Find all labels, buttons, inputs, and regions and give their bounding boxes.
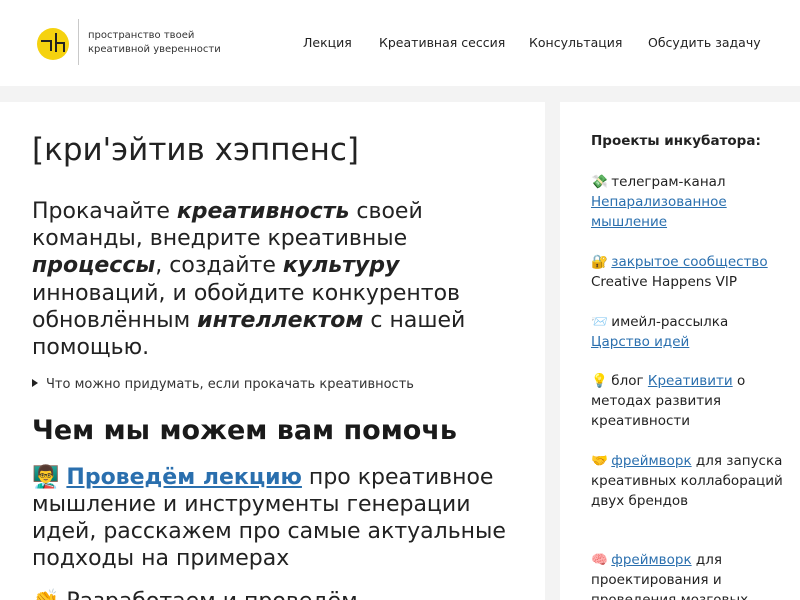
item-text: блог [611, 373, 648, 389]
newsletter-link[interactable]: Царство идей [591, 334, 689, 350]
framework-collab-link[interactable]: фреймворк [611, 453, 691, 469]
blog-link[interactable]: Креативити [648, 373, 733, 389]
section-title: Чем мы можем вам помочь [32, 415, 457, 446]
details-toggle[interactable]: Что можно придумать, если прокачать креа… [32, 377, 414, 392]
nav-discuss-task[interactable]: Обсудить задачу [648, 35, 761, 50]
lecture-link[interactable]: Проведём лекцию [66, 465, 302, 490]
logo-divider [78, 19, 79, 65]
intro-text: Прокачайте [32, 199, 177, 224]
details-summary: Что можно придумать, если прокачать креа… [46, 377, 414, 392]
offer-session: 👏 Разработаем и проведём [32, 588, 532, 600]
page-title: [кри'эйтив хэппенс] [32, 132, 360, 168]
sidebar-item-blog: 💡 блог Креативити о методах развития кре… [591, 371, 791, 431]
intro-emphasis: культуру [282, 253, 400, 279]
community-link[interactable]: закрытое сообщество [611, 254, 767, 270]
telegram-link[interactable]: Непарализованное мышление [591, 194, 727, 230]
intro-paragraph: Прокачайте креативность своей команды, в… [32, 198, 532, 361]
item-text: телеграм-канал [611, 174, 726, 190]
handshake-icon: 🤝 [591, 453, 608, 469]
item-text: Creative Happens VIP [591, 274, 737, 290]
logo-tagline: пространство твоей креативной уверенност… [88, 29, 238, 57]
intro-text: , создайте [155, 253, 283, 279]
main-content: [кри'эйтив хэппенс] Прокачайте креативно… [0, 102, 545, 600]
framework-brainstorm-link[interactable]: фреймворк [611, 552, 691, 568]
tagline-line-1: пространство твоей [88, 30, 195, 41]
sidebar-item-framework-collab: 🤝 фреймворк для запуска креативных колла… [591, 451, 791, 511]
envelope-icon: 📨 [591, 314, 608, 330]
sidebar-item-community: 🔐 закрытое сообщество Creative Happens V… [591, 252, 791, 292]
clap-icon: 👏 [32, 589, 59, 600]
offer-lecture: 👨‍🏫 Проведём лекцию про креативное мышле… [32, 464, 532, 572]
money-icon: 💸 [591, 174, 608, 190]
item-text: имейл-рассылка [611, 314, 729, 330]
disclosure-triangle-icon [32, 379, 38, 387]
nav-lecture[interactable]: Лекция [303, 35, 352, 50]
tagline-line-2: креативной уверенности [88, 44, 221, 55]
sidebar: Проекты инкубатора: 💸 телеграм-канал Неп… [560, 102, 800, 600]
lock-icon: 🔐 [591, 254, 608, 270]
teacher-icon: 👨‍🏫 [32, 465, 60, 490]
brain-icon: 🧠 [591, 552, 608, 568]
sidebar-item-newsletter: 📨 имейл-рассылка Царство идей [591, 312, 791, 352]
intro-emphasis: процессы [32, 253, 156, 279]
nav-creative-session[interactable]: Креативная сессия [379, 35, 505, 50]
nav-consultation[interactable]: Консультация [529, 35, 622, 50]
intro-emphasis: интеллектом [197, 307, 364, 333]
site-header: пространство твоей креативной уверенност… [0, 0, 800, 86]
offer-text: Разработаем и проведём [66, 589, 357, 600]
sidebar-item-framework-brainstorm: 🧠 фреймворк для проектирования и проведе… [591, 550, 791, 600]
sidebar-title: Проекты инкубатора: [591, 133, 761, 149]
logo-icon[interactable] [36, 27, 70, 61]
sidebar-item-telegram: 💸 телеграм-канал Непарализованное мышлен… [591, 172, 791, 232]
intro-emphasis: креативность [176, 199, 350, 224]
lightbulb-icon: 💡 [591, 373, 608, 389]
